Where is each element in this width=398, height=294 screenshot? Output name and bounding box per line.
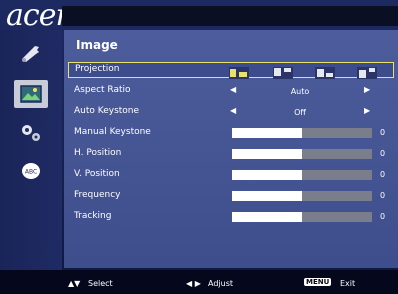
frequency-row[interactable]: Frequency 0	[68, 189, 394, 205]
v-position-slider[interactable]	[232, 170, 372, 180]
auto-keystone-value: Off	[294, 108, 306, 117]
aspect-ratio-row[interactable]: Aspect Ratio ◀ Auto ▶	[68, 84, 394, 100]
h-position-row[interactable]: H. Position 0	[68, 147, 394, 163]
v-position-row[interactable]: V. Position 0	[68, 168, 394, 184]
tracking-value: 0	[380, 212, 386, 221]
frequency-value: 0	[380, 191, 386, 200]
rear-ceiling-projection-icon[interactable]	[357, 64, 377, 79]
tracking-slider[interactable]	[232, 212, 372, 222]
up-down-arrows-icon: ▲▼	[68, 279, 81, 288]
svg-text:ABC: ABC	[25, 169, 37, 176]
arrow-right-icon[interactable]: ▶	[364, 85, 370, 94]
v-position-value: 0	[380, 170, 386, 179]
slider-fill	[232, 149, 302, 159]
sidebar: ABC	[0, 30, 62, 270]
v-position-label: V. Position	[74, 169, 120, 179]
left-right-arrows-icon: ◀ ▶	[186, 279, 201, 288]
select-hint: Select	[88, 279, 113, 288]
wrench-icon[interactable]	[18, 42, 44, 64]
front-ceiling-projection-icon[interactable]	[273, 64, 293, 79]
acer-logo: acer	[6, 0, 70, 33]
slider-fill	[232, 212, 302, 222]
manual-keystone-label: Manual Keystone	[74, 127, 151, 137]
menu-key-icon: MENU	[304, 278, 332, 286]
frequency-label: Frequency	[74, 190, 121, 200]
manual-keystone-value: 0	[380, 128, 386, 137]
slider-fill	[232, 170, 302, 180]
gears-icon[interactable]	[18, 122, 44, 144]
h-position-label: H. Position	[74, 148, 122, 158]
projector-osd: acer ABC Image Projection Aspect Ratio ◀…	[0, 0, 398, 294]
arrow-left-icon[interactable]: ◀	[230, 85, 236, 94]
manual-keystone-slider[interactable]	[232, 128, 372, 138]
slider-fill	[232, 128, 302, 138]
h-position-value: 0	[380, 149, 386, 158]
adjust-hint: Adjust	[208, 279, 234, 288]
auto-keystone-label: Auto Keystone	[74, 106, 140, 116]
tracking-row[interactable]: Tracking 0	[68, 210, 394, 226]
aspect-ratio-label: Aspect Ratio	[74, 85, 131, 95]
h-position-slider[interactable]	[232, 149, 372, 159]
menu-title: Image	[76, 38, 118, 52]
projection-label: Projection	[75, 64, 120, 74]
slider-fill	[232, 191, 302, 201]
arrow-right-icon[interactable]: ▶	[364, 106, 370, 115]
frequency-slider[interactable]	[232, 191, 372, 201]
rear-desktop-projection-icon[interactable]	[315, 64, 335, 79]
aspect-ratio-value: Auto	[290, 87, 310, 96]
arrow-left-icon[interactable]: ◀	[230, 106, 236, 115]
exit-hint: Exit	[340, 279, 356, 288]
front-desktop-projection-icon[interactable]	[229, 64, 249, 79]
auto-keystone-row[interactable]: Auto Keystone ◀ Off ▶	[68, 105, 394, 121]
tracking-label: Tracking	[74, 211, 112, 221]
footer-bar: ▲▼ Select ◀ ▶ Adjust MENU Exit	[0, 270, 398, 294]
projection-row[interactable]: Projection	[68, 62, 394, 79]
manual-keystone-row[interactable]: Manual Keystone 0	[68, 126, 394, 142]
top-bar	[62, 6, 398, 26]
image-icon[interactable]	[14, 80, 48, 108]
language-icon[interactable]: ABC	[18, 160, 44, 182]
